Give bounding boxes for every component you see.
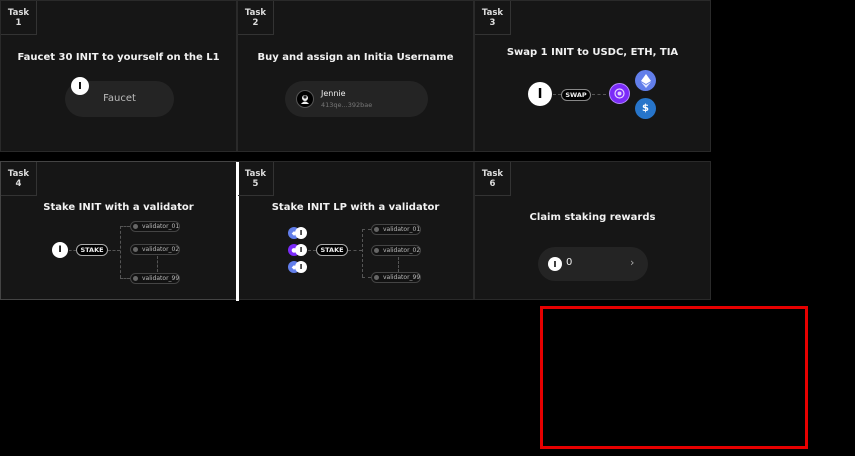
task-badge-number: 4 xyxy=(15,179,22,189)
connector-line xyxy=(308,250,316,251)
validator-pill[interactable]: validator_01 xyxy=(130,221,180,232)
validator-pill[interactable]: validator_01 xyxy=(371,224,421,235)
task-title: Stake INIT with a validator xyxy=(43,202,194,213)
address-text: 413qe...392bae xyxy=(321,101,373,109)
jennie-avatar-icon xyxy=(296,90,314,108)
usdc-icon: $ xyxy=(635,98,656,119)
task-badge-label: Task xyxy=(7,169,30,179)
connector-line xyxy=(362,277,371,278)
initia-logo-icon: I xyxy=(548,257,562,271)
validator-name: validator_02 xyxy=(383,247,421,254)
connector-line xyxy=(348,250,362,251)
task-badge-label: Task xyxy=(244,8,267,18)
initia-logo-icon: I xyxy=(295,261,307,273)
swap-label: SWAP xyxy=(561,89,591,101)
task-badge-number: 2 xyxy=(252,18,259,28)
task-badge: Task 4 xyxy=(1,162,37,196)
reward-value: 0 xyxy=(566,257,573,268)
initia-logo-icon: I xyxy=(528,82,552,106)
task-card-2[interactable]: Task 2 Buy and assign an Initia Username… xyxy=(237,0,474,152)
initia-logo-icon: I xyxy=(52,242,68,258)
connector-line xyxy=(120,226,130,227)
validator-name: validator_02 xyxy=(142,246,180,253)
task-badge-label: Task xyxy=(7,8,30,18)
task-card-1[interactable]: Task 1 Faucet 30 INIT to yourself on the… xyxy=(0,0,237,152)
stake-label: STAKE xyxy=(76,244,108,256)
stake-label: STAKE xyxy=(316,244,348,256)
connector-line xyxy=(108,250,120,251)
initia-logo-icon: I xyxy=(295,244,307,256)
validator-name: validator_01 xyxy=(142,223,180,230)
task-badge-label: Task xyxy=(481,8,504,18)
connector-line xyxy=(120,278,130,279)
task-card-6[interactable]: Task 6 Claim staking rewards I 0 › xyxy=(474,161,711,300)
task-badge: Task 6 xyxy=(475,162,511,196)
task-title: Buy and assign an Initia Username xyxy=(257,52,454,63)
task-badge: Task 5 xyxy=(238,162,274,196)
username-pill[interactable]: Jennie 413qe...392bae xyxy=(285,81,428,117)
connector-line xyxy=(362,229,371,230)
initia-logo-icon: I xyxy=(71,77,89,95)
eth-icon xyxy=(635,70,656,91)
task-badge-number: 6 xyxy=(489,179,496,189)
connector-line xyxy=(69,250,76,251)
task-badge-number: 5 xyxy=(252,179,259,189)
tia-icon xyxy=(609,83,630,104)
task-badge-label: Task xyxy=(481,169,504,179)
task-badge-number: 1 xyxy=(15,18,22,28)
initia-logo-icon: I xyxy=(295,227,307,239)
validator-pill[interactable]: validator_02 xyxy=(371,245,421,256)
connector-line xyxy=(157,256,158,272)
connector-line xyxy=(398,257,399,272)
task-title: Swap 1 INIT to USDC, ETH, TIA xyxy=(506,47,679,58)
task-badge-label: Task xyxy=(244,169,267,179)
validator-pill[interactable]: validator_99 xyxy=(130,273,180,284)
validator-name: validator_01 xyxy=(383,226,421,233)
task-card-5[interactable]: Task 5 Stake INIT LP with a validator ◆ … xyxy=(236,161,474,301)
claim-rewards-button[interactable]: I 0 › xyxy=(538,247,648,281)
task-title: Claim staking rewards xyxy=(529,212,656,223)
task-badge: Task 1 xyxy=(1,1,37,35)
task-card-4[interactable]: Task 4 Stake INIT with a validator I STA… xyxy=(0,161,237,300)
validator-name: validator_99 xyxy=(142,275,180,282)
task-badge: Task 3 xyxy=(475,1,511,35)
highlight-box xyxy=(540,306,808,449)
connector-line xyxy=(362,229,363,277)
validator-pill[interactable]: validator_02 xyxy=(130,244,180,255)
chevron-right-icon: › xyxy=(630,256,635,269)
connector-line xyxy=(553,94,561,95)
task-card-3[interactable]: Task 3 Swap 1 INIT to USDC, ETH, TIA I S… xyxy=(474,0,711,152)
task-title: Faucet 30 INIT to yourself on the L1 xyxy=(17,52,220,63)
task-badge: Task 2 xyxy=(238,1,274,35)
validator-pill[interactable]: validator_99 xyxy=(371,272,421,283)
task-title: Stake INIT LP with a validator xyxy=(271,202,440,213)
connector-line xyxy=(592,94,606,95)
connector-line xyxy=(120,226,121,278)
task-badge-number: 3 xyxy=(489,18,496,28)
validator-name: validator_99 xyxy=(383,274,421,281)
username-text: Jennie xyxy=(321,89,346,98)
